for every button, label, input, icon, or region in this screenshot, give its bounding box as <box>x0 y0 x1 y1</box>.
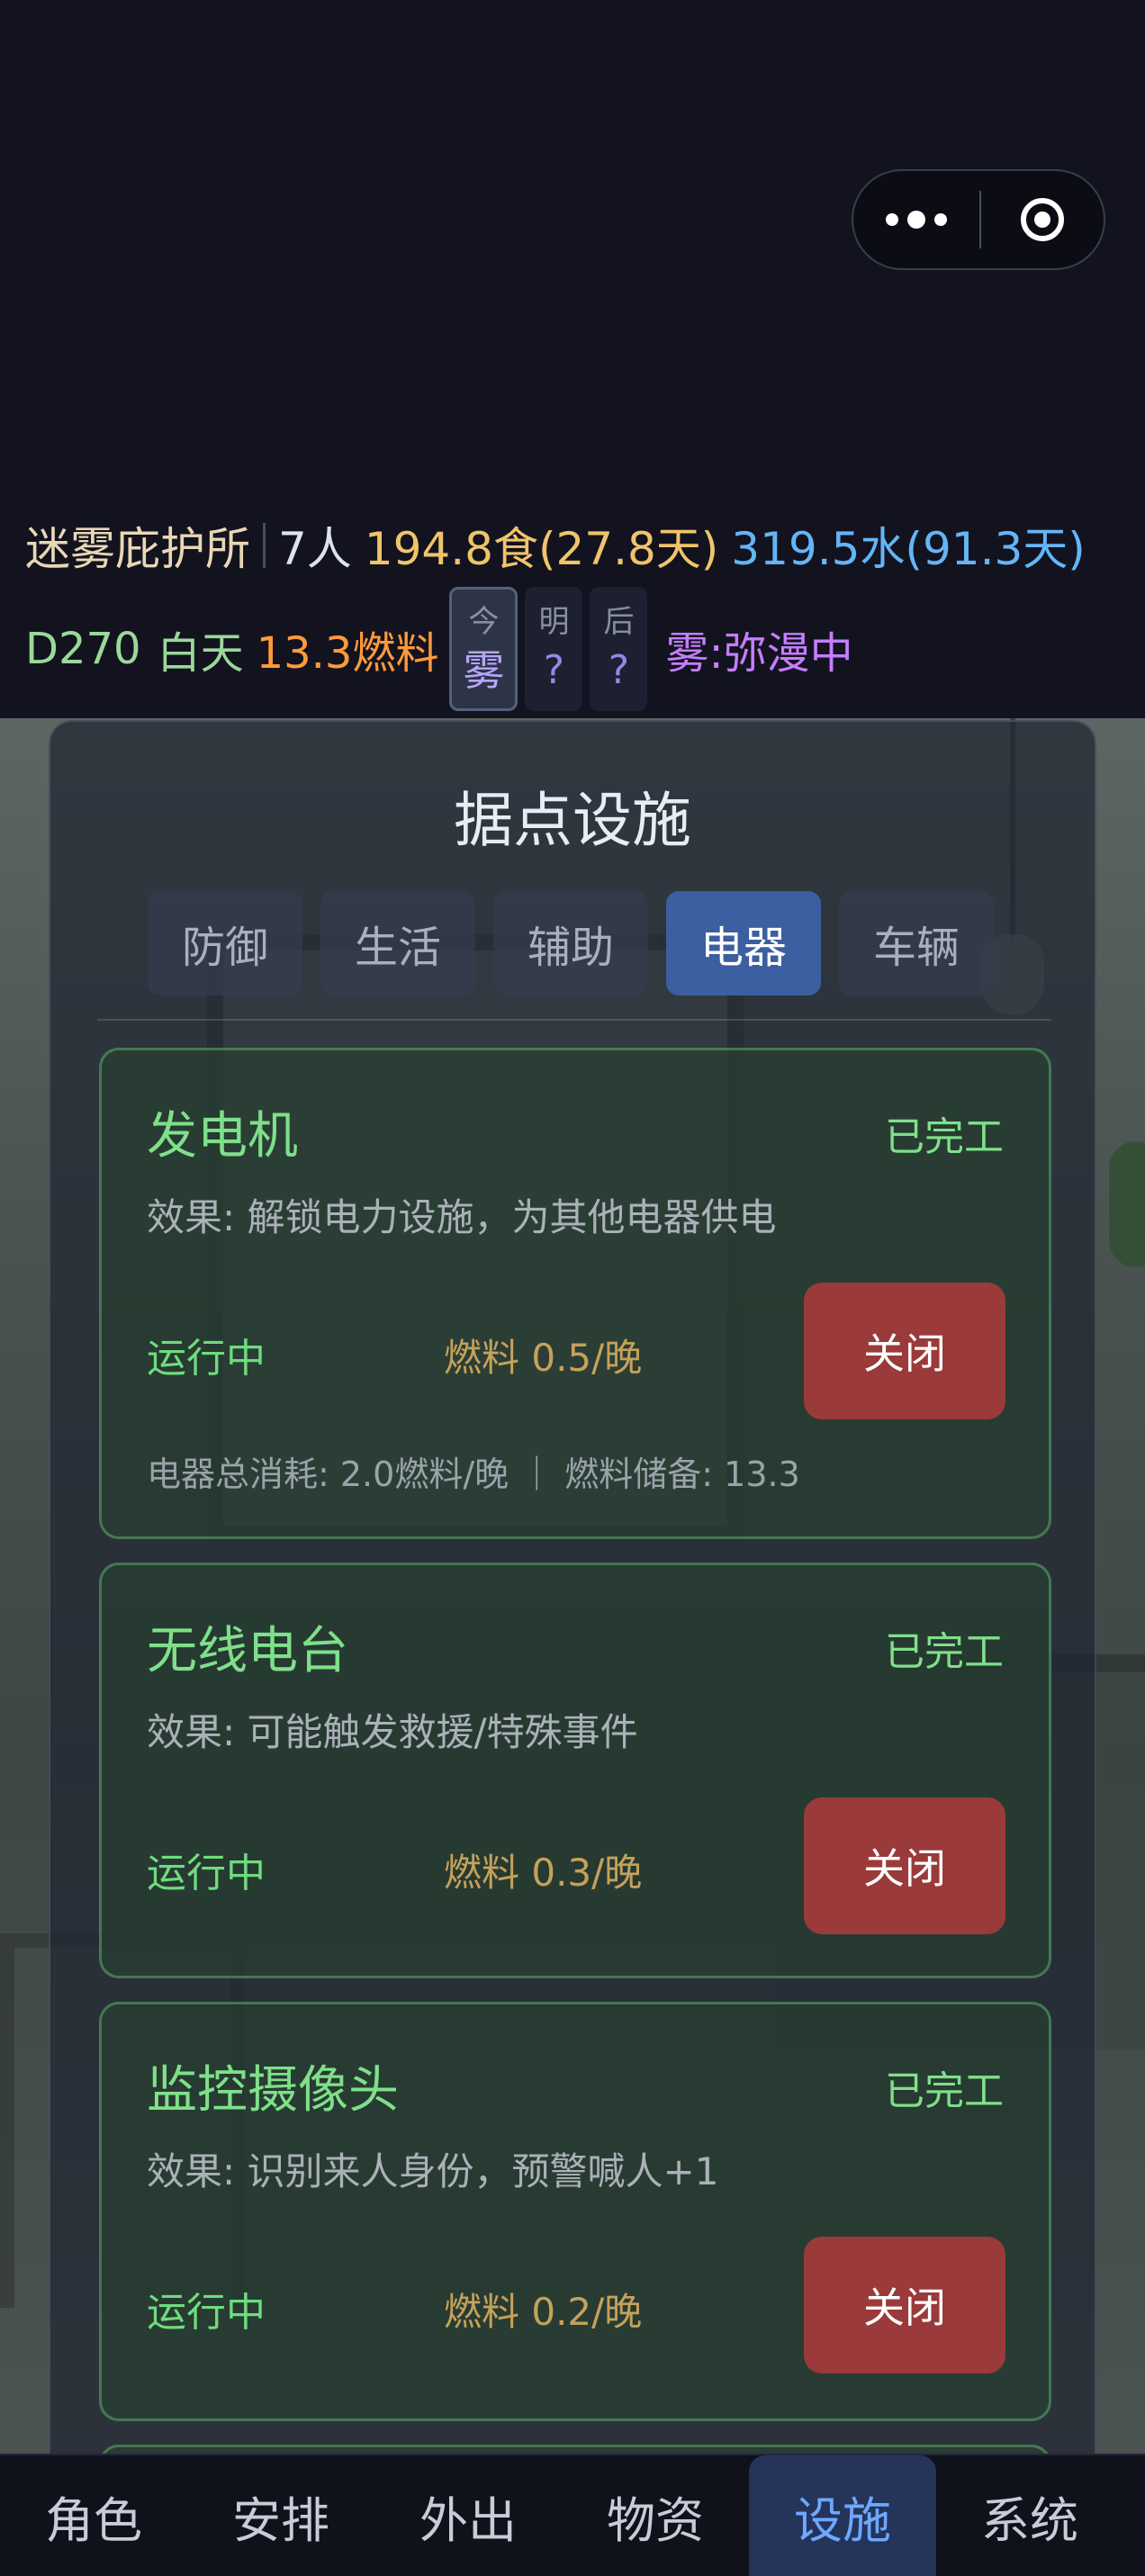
day-period: 白天 <box>157 628 244 679</box>
miniprogram-capsule <box>852 169 1105 270</box>
facility-name: 监控摄像头 <box>147 2061 399 2120</box>
day-weather-bar: D270 白天 13.3燃料 今 雾 明 ? 后 ? 雾:弥漫中 <box>25 585 853 713</box>
panel-title: 据点设施 <box>454 786 691 855</box>
weather-day-label: 后 <box>603 604 635 640</box>
target-circle-icon <box>1021 198 1064 241</box>
facility-effect: 效果: 识别来人身份，预警喊人+1 <box>147 2149 719 2193</box>
power-summary: 电器总消耗: 2.0燃料/晚 ｜ 燃料储备: 13.3 <box>147 1455 800 1494</box>
fuel-consumption: 燃料 0.3/晚 <box>444 1851 643 1895</box>
close-miniprogram-button[interactable] <box>981 171 1104 268</box>
facility-state: 已完工 <box>885 1114 1004 1160</box>
weather-day-after: 后 ? <box>590 587 648 711</box>
tab-electrical[interactable]: 电器 <box>666 891 821 995</box>
running-status: 运行中 <box>147 2290 266 2336</box>
status-separator <box>263 523 266 568</box>
running-status: 运行中 <box>147 1336 266 1382</box>
facility-card-generator: 发电机 已完工 效果: 解锁电力设施，为其他电器供电 运行中 燃料 0.5/晚 … <box>99 1048 1051 1539</box>
weather-day-label: 今 <box>468 604 500 640</box>
tab-living[interactable]: 生活 <box>320 891 475 995</box>
tab-defense[interactable]: 防御 <box>148 891 302 995</box>
nav-expedition[interactable]: 外出 <box>374 2455 562 2576</box>
shelter-name: 迷雾庇护所 <box>25 523 250 575</box>
fog-status: 雾:弥漫中 <box>665 628 853 679</box>
weather-today: 今 雾 <box>449 587 518 711</box>
nav-facilities[interactable]: 设施 <box>749 2455 936 2576</box>
nav-characters[interactable]: 角色 <box>0 2455 187 2576</box>
nav-supplies[interactable]: 物资 <box>562 2455 749 2576</box>
nav-system[interactable]: 系统 <box>936 2455 1123 2576</box>
weather-value: ? <box>543 647 565 693</box>
people-count: 7人 <box>278 523 352 575</box>
weather-tomorrow: 明 ? <box>525 587 583 711</box>
weather-value: 雾 <box>463 646 505 695</box>
fuel-consumption: 燃料 0.2/晚 <box>444 2290 643 2334</box>
weather-value: ? <box>608 647 630 693</box>
nav-schedule[interactable]: 安排 <box>187 2455 374 2576</box>
facility-name: 无线电台 <box>147 1622 348 1680</box>
food-stock: 194.8食(27.8天) <box>364 523 719 575</box>
close-generator-button[interactable]: 关闭 <box>804 1283 1005 1419</box>
resource-status-bar: 迷雾庇护所 7人 194.8食(27.8天) 319.5水(91.3天) <box>25 509 1086 581</box>
water-stock: 319.5水(91.3天) <box>731 523 1086 575</box>
fuel-stock: 13.3燃料 <box>256 628 439 679</box>
facility-card-radio: 无线电台 已完工 效果: 可能触发救援/特殊事件 运行中 燃料 0.3/晚 关闭 <box>99 1563 1051 1978</box>
close-camera-button[interactable]: 关闭 <box>804 2237 1005 2373</box>
facility-name: 发电机 <box>147 1107 298 1166</box>
facility-category-tabs: 防御 生活 辅助 电器 车辆 <box>148 891 994 995</box>
tab-vehicles[interactable]: 车辆 <box>839 891 994 995</box>
weather-day-label: 明 <box>538 604 570 640</box>
running-status: 运行中 <box>147 1851 266 1896</box>
day-counter: D270 <box>25 624 141 674</box>
fuel-consumption: 燃料 0.5/晚 <box>444 1336 643 1380</box>
bottom-navigation: 角色 安排 外出 物资 设施 系统 <box>0 2454 1145 2576</box>
facility-card-camera: 监控摄像头 已完工 效果: 识别来人身份，预警喊人+1 运行中 燃料 0.2/晚… <box>99 2002 1051 2421</box>
tab-divider <box>97 1019 1051 1021</box>
facility-effect: 效果: 可能触发救援/特殊事件 <box>147 1710 638 1754</box>
facility-effect: 效果: 解锁电力设施，为其他电器供电 <box>147 1195 777 1239</box>
tab-auxiliary[interactable]: 辅助 <box>493 891 648 995</box>
more-options-icon[interactable] <box>853 171 979 268</box>
facility-state: 已完工 <box>885 1629 1004 1675</box>
facility-state: 已完工 <box>885 2068 1004 2114</box>
close-radio-button[interactable]: 关闭 <box>804 1797 1005 1934</box>
facilities-panel: 据点设施 防御 生活 辅助 电器 车辆 发电机 已完工 效果: 解锁电力设施，为… <box>49 720 1096 2553</box>
